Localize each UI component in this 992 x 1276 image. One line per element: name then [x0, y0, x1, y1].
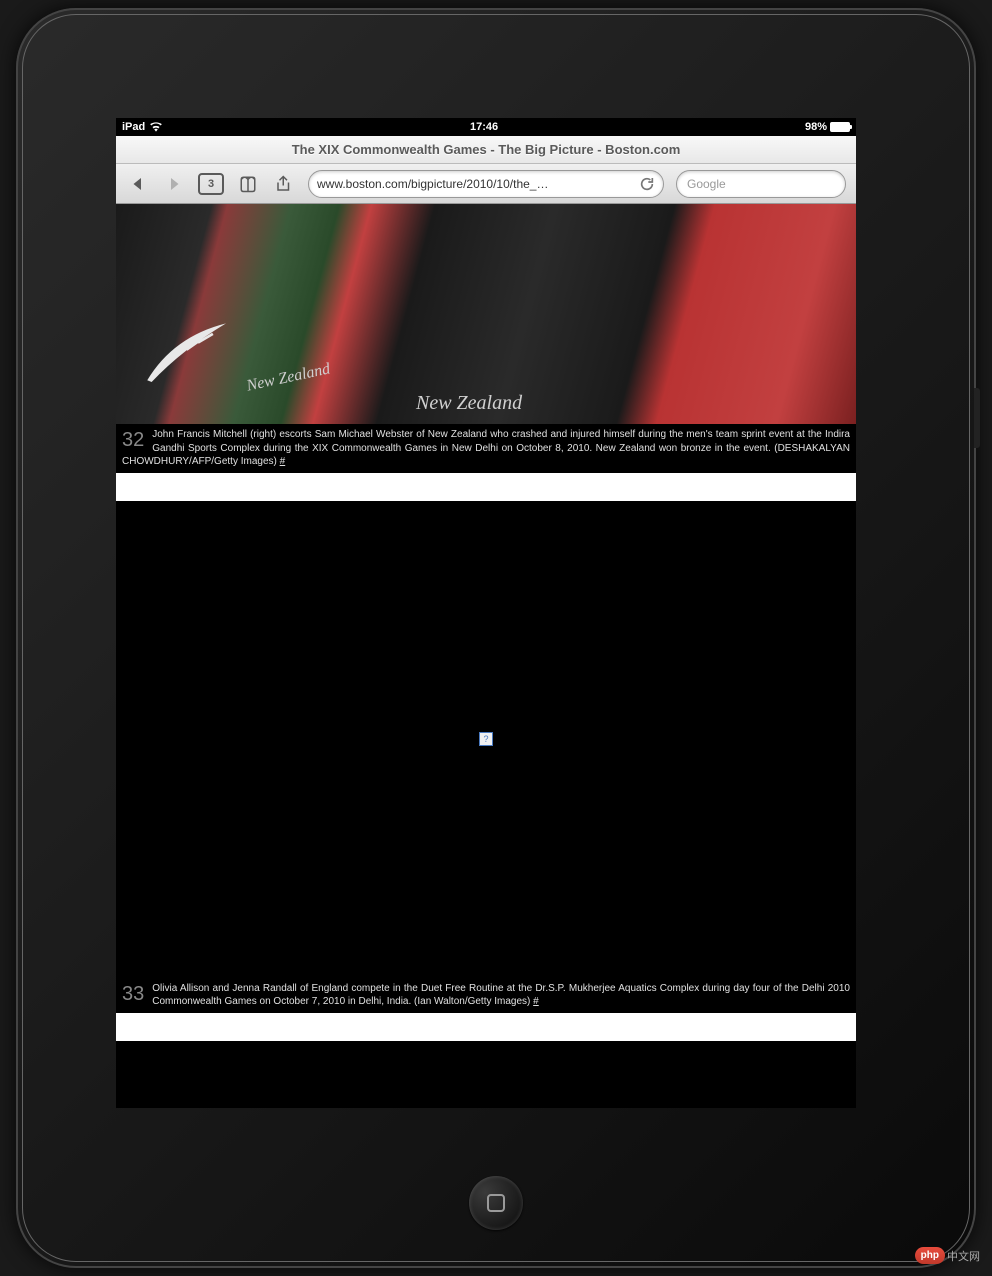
caption-number: 32	[122, 428, 144, 452]
battery-icon	[830, 122, 850, 132]
browser-toolbar: 3 www.boston.com/bigpicture/2010/10/the_…	[116, 164, 856, 204]
reload-icon[interactable]	[639, 176, 655, 192]
clock-label: 17:46	[470, 121, 498, 133]
watermark-badge: php	[915, 1247, 945, 1264]
battery-percent-label: 98%	[805, 121, 827, 133]
bookmarks-icon	[239, 175, 257, 193]
forward-button[interactable]	[162, 172, 186, 196]
ipad-device-frame: iPad 17:46 98% The XIX Commonwealth Game…	[16, 8, 976, 1268]
forward-icon	[165, 175, 183, 193]
photo-caption-33: 33 Olivia Allison and Jenna Randall of E…	[116, 978, 856, 1013]
home-button[interactable]	[469, 1176, 523, 1230]
page-title: The XIX Commonwealth Games - The Big Pic…	[292, 142, 681, 157]
page-content[interactable]: New Zealand New Zealand 32 John Francis …	[116, 204, 856, 1108]
search-bar[interactable]: Google	[676, 170, 846, 198]
caption-text: John Francis Mitchell (right) escorts Sa…	[122, 429, 850, 467]
watermark-text: 中文网	[947, 1248, 980, 1264]
caption-permalink[interactable]: #	[533, 996, 539, 1007]
search-placeholder: Google	[687, 177, 726, 191]
caption-number: 33	[122, 982, 144, 1006]
broken-image-icon: ?	[479, 732, 493, 746]
back-button[interactable]	[126, 172, 150, 196]
caption-text: Olivia Allison and Jenna Randall of Engl…	[152, 983, 850, 1008]
bookmarks-button[interactable]	[236, 172, 260, 196]
page-title-bar: The XIX Commonwealth Games - The Big Pic…	[116, 136, 856, 164]
photo-caption-32: 32 John Francis Mitchell (right) escorts…	[116, 424, 856, 473]
status-bar: iPad 17:46 98%	[116, 118, 856, 136]
photo-gap	[116, 1013, 856, 1041]
caption-permalink[interactable]: #	[280, 456, 286, 467]
status-right: 98%	[805, 121, 850, 133]
pages-count: 3	[208, 178, 214, 190]
wifi-icon	[149, 122, 163, 132]
url-bar[interactable]: www.boston.com/bigpicture/2010/10/the_…	[308, 170, 664, 198]
article-photo-32: New Zealand New Zealand	[116, 204, 856, 424]
share-button[interactable]	[272, 172, 296, 196]
url-text: www.boston.com/bigpicture/2010/10/the_…	[317, 177, 639, 191]
jersey-text-2: New Zealand	[416, 392, 522, 415]
jersey-text-1: New Zealand	[245, 360, 332, 395]
back-icon	[129, 175, 147, 193]
carrier-label: iPad	[122, 121, 145, 133]
article-photo-33: ?	[116, 501, 856, 978]
fern-logo-icon	[136, 319, 246, 389]
status-left: iPad	[122, 121, 163, 133]
watermark: php 中文网	[915, 1247, 980, 1264]
article-photo-34	[116, 1041, 856, 1109]
photo-gap	[116, 473, 856, 501]
share-icon	[275, 175, 293, 193]
home-icon	[487, 1194, 505, 1212]
pages-button[interactable]: 3	[198, 173, 224, 195]
ipad-side-button	[974, 388, 980, 448]
ipad-screen: iPad 17:46 98% The XIX Commonwealth Game…	[116, 118, 856, 1108]
